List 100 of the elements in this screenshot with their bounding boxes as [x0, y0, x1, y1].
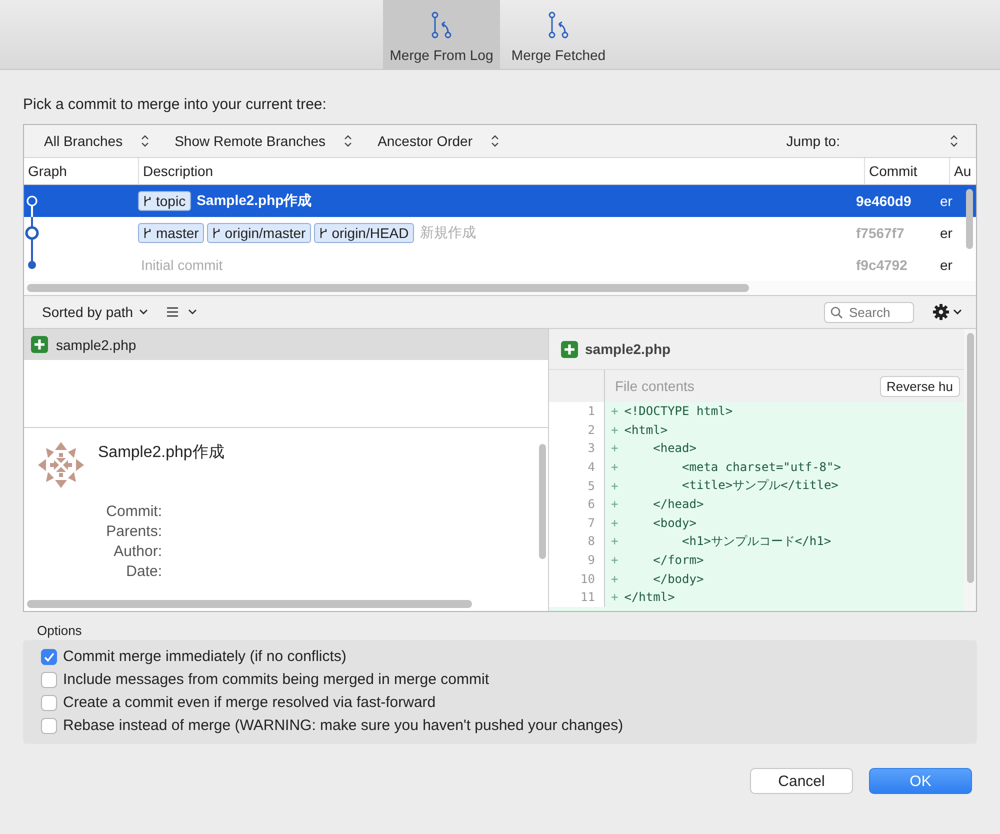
- settings-button[interactable]: [932, 303, 964, 321]
- updown-chevron-icon: [950, 135, 958, 147]
- code-line: </form>: [652, 553, 704, 568]
- merge-icon: [546, 11, 570, 39]
- code-line: <h1>サンプルコード</h1>: [681, 532, 832, 550]
- line-number: 6: [549, 494, 605, 514]
- order-dropdown[interactable]: Ancestor Order: [378, 133, 510, 149]
- prompt-text: Pick a commit to merge into your current tree:: [23, 96, 328, 115]
- added-line-marker: +: [610, 460, 620, 474]
- code-line: </head>: [652, 497, 704, 512]
- code-line: <meta charset="utf-8">: [681, 460, 841, 474]
- line-number: 3: [549, 439, 605, 458]
- added-line-marker: +: [610, 404, 620, 418]
- branch-icon: [318, 227, 328, 239]
- hunk-header: File contents: [614, 378, 696, 394]
- option-label: Include messages from commits being merged in merge commit: [63, 671, 489, 688]
- option-label: Commit merge immediately (if no conflicts): [63, 648, 346, 665]
- cancel-button[interactable]: Cancel: [750, 768, 853, 794]
- detail-label: Commit:: [106, 502, 162, 522]
- line-number: 8: [549, 532, 605, 551]
- line-number: 9: [549, 550, 605, 570]
- added-line-marker: +: [610, 590, 620, 604]
- branch-icon: [212, 227, 221, 239]
- added-line-marker: +: [610, 572, 620, 586]
- commit-row[interactable]: Initial commit f9c4792 er: [24, 249, 976, 281]
- branches-dropdown[interactable]: All Branches: [44, 133, 161, 149]
- checkbox[interactable]: [41, 648, 57, 664]
- added-line-marker: +: [610, 478, 620, 493]
- added-file-icon: [31, 336, 48, 353]
- author-cell-text: er: [939, 192, 954, 211]
- commit-row[interactable]: topic Sample2.php作成 9e460d9 er: [24, 185, 976, 217]
- scrollbar[interactable]: [966, 333, 974, 583]
- column-header[interactable]: Description: [139, 158, 865, 184]
- commit-message: Initial commit: [141, 257, 223, 273]
- code-line: <html>: [624, 422, 668, 437]
- branch-tag: topic: [138, 191, 191, 211]
- jump-to-dropdown[interactable]: Jump to:: [786, 133, 970, 149]
- sort-dropdown[interactable]: Sorted by path: [42, 304, 148, 320]
- detail-label: Author:: [114, 542, 162, 562]
- avatar-identicon: [36, 440, 86, 490]
- scrollbar[interactable]: [538, 444, 546, 559]
- checkbox[interactable]: [41, 718, 57, 734]
- branch-tag: origin/master: [206, 223, 311, 243]
- branch-tag: master: [138, 223, 204, 243]
- column-header[interactable]: Graph: [24, 158, 139, 184]
- branch-icon: [143, 195, 152, 207]
- line-number: 1: [549, 402, 605, 421]
- remote-dropdown[interactable]: Show Remote Branches: [174, 133, 364, 149]
- code-line: <!DOCTYPE html>: [624, 404, 733, 418]
- added-line-marker: +: [610, 422, 620, 437]
- added-line-marker: +: [610, 497, 620, 512]
- reverse-hunk-button[interactable]: Reverse hu: [880, 376, 960, 396]
- toolbar-tab[interactable]: Merge Fetched: [500, 0, 617, 69]
- option-label: Create a commit even if merge resolved via fast-forward: [63, 694, 436, 711]
- added-line-marker: +: [610, 441, 620, 456]
- line-number: 2: [549, 420, 605, 440]
- added-line-marker: +: [610, 516, 620, 530]
- added-line-marker: +: [610, 534, 620, 548]
- code-line: <title>サンプル</title>: [681, 477, 838, 494]
- checkbox[interactable]: [41, 672, 57, 688]
- author-cell-text: er: [939, 256, 954, 275]
- code-line: <head>: [652, 441, 696, 456]
- line-number: 5: [549, 476, 605, 495]
- column-header[interactable]: Au: [950, 158, 976, 184]
- chevron-down-icon: [139, 309, 148, 315]
- commit-hash: f7567f7: [855, 224, 906, 243]
- commit-hash: 9e460d9: [855, 192, 912, 211]
- commit-message: Sample2.php作成: [196, 192, 312, 210]
- commit-hash: f9c4792: [855, 256, 908, 275]
- commit-message: 新規作成: [420, 224, 476, 242]
- scrollbar[interactable]: [27, 284, 749, 292]
- line-number: 11: [549, 588, 605, 607]
- line-number: 10: [549, 569, 605, 588]
- column-header[interactable]: Commit: [865, 158, 950, 184]
- branch-tag: origin/HEAD: [314, 223, 414, 243]
- detail-label: Date:: [126, 562, 162, 582]
- checkbox[interactable]: [41, 694, 57, 710]
- options-heading: Options: [37, 623, 83, 638]
- updown-chevron-icon: [140, 135, 149, 147]
- line-number: 4: [549, 458, 605, 476]
- code-line: </body>: [652, 572, 704, 586]
- toolbar-tab[interactable]: Merge From Log: [383, 0, 500, 69]
- updown-chevron-icon: [344, 135, 352, 147]
- commit-row[interactable]: master origin/master origin/HEAD 新規作成 f7567f7 er: [24, 217, 976, 249]
- detail-label: Parents:: [106, 522, 162, 542]
- branch-icon: [143, 227, 152, 239]
- search-field[interactable]: Search: [824, 302, 914, 322]
- commit-title: Sample2.php作成: [98, 442, 226, 463]
- updown-chevron-icon: [490, 135, 498, 147]
- added-line-marker: +: [610, 553, 620, 568]
- code-line: </html>: [624, 590, 675, 604]
- option-label: Rebase instead of merge (WARNING: make sure you haven't pushed your changes): [63, 717, 624, 734]
- scrollbar[interactable]: [27, 600, 472, 608]
- scrollbar[interactable]: [966, 189, 973, 249]
- file-row[interactable]: sample2.php: [24, 329, 548, 360]
- diff-file-name: sample2.php: [585, 341, 671, 357]
- author-cell-text: er: [939, 224, 954, 243]
- added-file-icon: [561, 340, 578, 358]
- line-number: 7: [549, 514, 605, 532]
- code-line: <body>: [652, 516, 696, 530]
